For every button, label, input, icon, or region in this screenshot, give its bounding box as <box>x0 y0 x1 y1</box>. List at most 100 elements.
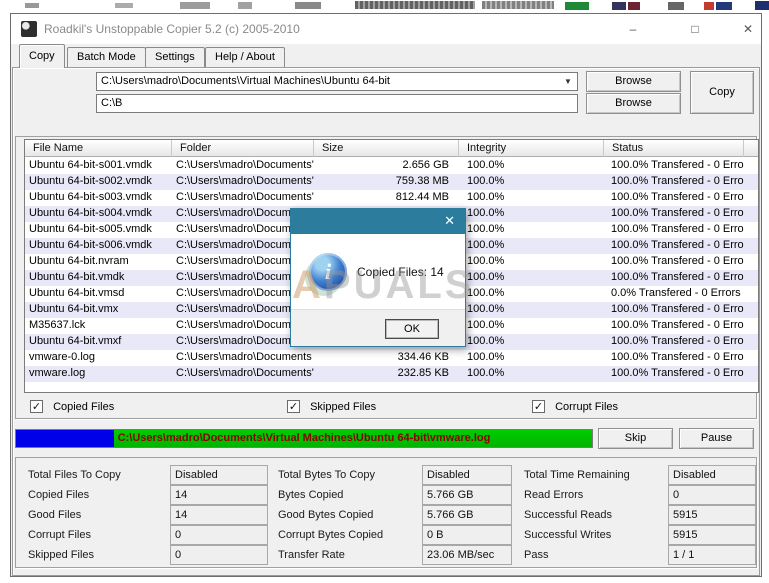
column-header-blank <box>744 140 759 157</box>
cell-size: 2.656 GB <box>314 158 459 174</box>
close-button[interactable]: ✕ <box>734 20 762 38</box>
cell-integrity: 100.0% <box>459 350 604 366</box>
cell-blank <box>744 158 759 174</box>
copy-button[interactable]: Copy <box>690 71 754 114</box>
cell-integrity: 100.0% <box>459 318 604 334</box>
cell-status: 100.0% Transfered - 0 Erro <box>604 350 744 366</box>
filter-skipped-files[interactable]: ✓ Skipped Files <box>287 400 376 414</box>
cell-file: vmware.log <box>25 366 172 382</box>
filter-label: Copied Files <box>53 401 114 413</box>
cell-integrity: 100.0% <box>459 190 604 206</box>
filter-label: Skipped Files <box>310 401 376 413</box>
cell-file: M35637.lck <box>25 318 172 334</box>
tab-copy[interactable]: Copy <box>19 44 65 68</box>
stat-row: Good Bytes Copied5.766 GB <box>274 505 514 525</box>
chevron-down-icon[interactable]: ▼ <box>561 75 575 88</box>
cell-file: Ubuntu 64-bit-s006.vmdk <box>25 238 172 254</box>
cell-integrity: 100.0% <box>459 206 604 222</box>
stat-row: Skipped Files0 <box>24 545 268 565</box>
table-row[interactable]: Ubuntu 64-bit-s001.vmdkC:\Users\madro\Do… <box>25 158 758 174</box>
source-input[interactable]: C:\Users\madro\Documents\Virtual Machine… <box>96 72 578 91</box>
stat-row: Total Bytes To CopyDisabled <box>274 465 514 485</box>
minimize-button[interactable]: – <box>619 20 647 38</box>
cell-status: 100.0% Transfered - 0 Erro <box>604 158 744 174</box>
skip-button[interactable]: Skip <box>598 428 673 449</box>
browse-target-button[interactable]: Browse <box>586 93 681 114</box>
cell-blank <box>744 366 759 382</box>
column-header-folder[interactable]: Folder <box>172 140 314 157</box>
cell-blank <box>744 286 759 302</box>
tab-help-about[interactable]: Help / About <box>205 47 285 67</box>
cell-blank <box>744 254 759 270</box>
stat-label: Corrupt Files <box>28 525 91 545</box>
cell-size: 334.46 KB <box>314 350 459 366</box>
pause-button[interactable]: Pause <box>679 428 754 449</box>
cell-blank <box>744 302 759 318</box>
cell-blank <box>744 334 759 350</box>
dialog-close-icon[interactable]: ✕ <box>444 213 455 229</box>
browse-source-button[interactable]: Browse <box>586 71 681 92</box>
table-row[interactable]: Ubuntu 64-bit-s003.vmdkC:\Users\madro\Do… <box>25 190 758 206</box>
cell-status: 100.0% Transfered - 0 Erro <box>604 190 744 206</box>
copied-files-dialog: ✕ i Copied Files: 14 OK <box>290 208 466 347</box>
stat-label: Read Errors <box>524 485 583 505</box>
cell-integrity: 100.0% <box>459 366 604 382</box>
filter-corrupt-files[interactable]: ✓ Corrupt Files <box>532 400 618 414</box>
stat-label: Successful Writes <box>524 525 611 545</box>
column-header-size[interactable]: Size <box>314 140 459 157</box>
screen: Roadkil's Unstoppable Copier 5.2 (c) 200… <box>0 0 769 583</box>
column-header-integrity[interactable]: Integrity <box>459 140 604 157</box>
ok-button[interactable]: OK <box>385 319 439 339</box>
table-row[interactable]: vmware.logC:\Users\madro\Documents'232.8… <box>25 366 758 382</box>
stat-label: Pass <box>524 545 548 565</box>
column-header-file-name[interactable]: File Name <box>25 140 172 157</box>
cell-blank <box>744 270 759 286</box>
target-input[interactable]: C:\B <box>96 94 578 113</box>
filter-copied-files[interactable]: ✓ Copied Files <box>30 400 114 414</box>
stat-value: 5915 <box>668 505 756 525</box>
cell-status: 100.0% Transfered - 0 Erro <box>604 366 744 382</box>
cell-folder: C:\Users\madro\Documents' <box>172 174 314 190</box>
cell-file: Ubuntu 64-bit.vmxf <box>25 334 172 350</box>
stat-row: Total Time RemainingDisabled <box>520 465 756 485</box>
stat-row: Corrupt Files0 <box>24 525 268 545</box>
checkbox-icon[interactable]: ✓ <box>532 400 545 413</box>
stat-value: 14 <box>170 485 268 505</box>
maximize-button[interactable]: □ <box>681 20 709 38</box>
stat-value: 0 <box>170 545 268 565</box>
cell-integrity: 100.0% <box>459 302 604 318</box>
tab-settings[interactable]: Settings <box>145 47 205 67</box>
cell-blank <box>744 350 759 366</box>
cell-status: 100.0% Transfered - 0 Erro <box>604 222 744 238</box>
stat-row: Pass1 / 1 <box>520 545 756 565</box>
stat-row: Good Files14 <box>24 505 268 525</box>
stat-row: Read Errors0 <box>520 485 756 505</box>
dialog-message: Copied Files: 14 <box>357 234 444 311</box>
table-row[interactable]: vmware-0.logC:\Users\madro\Documents334.… <box>25 350 758 366</box>
table-row[interactable]: Ubuntu 64-bit-s002.vmdkC:\Users\madro\Do… <box>25 174 758 190</box>
target-value: C:\B <box>101 97 122 109</box>
stats-group: Total Bytes To CopyDisabledBytes Copied5… <box>274 458 514 569</box>
cell-size: 812.44 MB <box>314 190 459 206</box>
cell-integrity: 100.0% <box>459 286 604 302</box>
stat-row: Total Files To CopyDisabled <box>24 465 268 485</box>
cell-status: 100.0% Transfered - 0 Erro <box>604 270 744 286</box>
stat-label: Total Bytes To Copy <box>278 465 375 485</box>
cell-integrity: 100.0% <box>459 270 604 286</box>
progress-current-file: C:\Users\madro\Documents\Virtual Machine… <box>16 430 592 447</box>
stat-row: Successful Reads 5915 <box>520 505 756 525</box>
stat-value: 5.766 GB <box>422 485 512 505</box>
cell-folder: C:\Users\madro\Documents' <box>172 190 314 206</box>
stat-value: 5.766 GB <box>422 505 512 525</box>
cell-folder: C:\Users\madro\Documents <box>172 350 314 366</box>
stat-label: Successful Reads <box>524 505 612 525</box>
cell-integrity: 100.0% <box>459 222 604 238</box>
checkbox-icon[interactable]: ✓ <box>30 400 43 413</box>
app-icon <box>21 21 37 37</box>
stat-label: Total Time Remaining <box>524 465 630 485</box>
cell-blank <box>744 318 759 334</box>
window-title: Roadkil's Unstoppable Copier 5.2 (c) 200… <box>44 22 300 36</box>
checkbox-icon[interactable]: ✓ <box>287 400 300 413</box>
column-header-status[interactable]: Status <box>604 140 744 157</box>
tab-batch-mode[interactable]: Batch Mode <box>67 47 146 67</box>
